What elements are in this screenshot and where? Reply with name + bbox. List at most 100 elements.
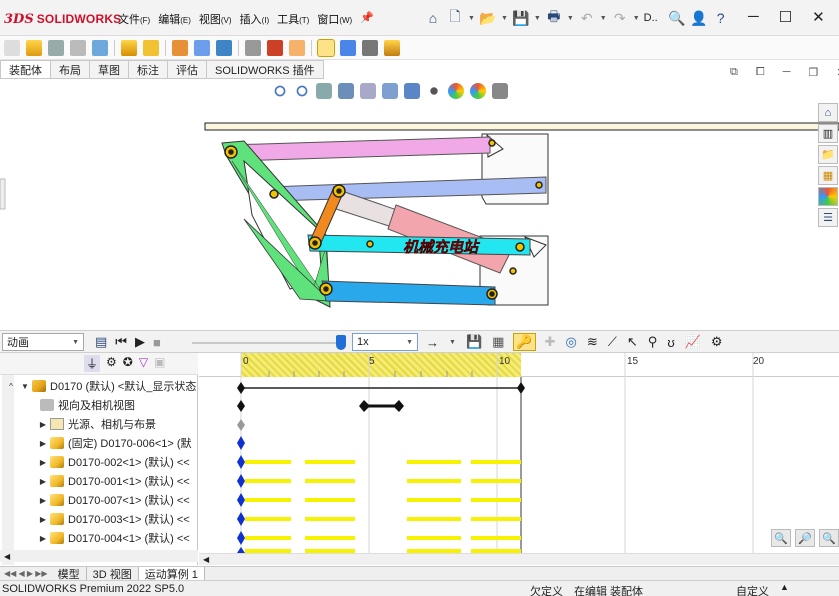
gravity-icon[interactable]: ʊ — [667, 335, 674, 350]
tree-item-part[interactable]: ▶ D0170-003<1> (默认) << — [38, 510, 190, 528]
playback-speed-select[interactable]: 1x ▼ — [352, 333, 418, 351]
update-speedpak-icon[interactable] — [340, 39, 356, 56]
tab-3d-views[interactable]: 3D 视图 — [87, 566, 139, 581]
tab-evaluate[interactable]: 评估 — [168, 60, 207, 79]
home-icon[interactable]: ⌂ — [424, 9, 442, 27]
playback-mode-icon[interactable]: → — [426, 335, 439, 350]
tree-horizontal-scrollbar[interactable]: ◀ — [0, 550, 198, 562]
motor-icon[interactable]: ◎ — [566, 334, 577, 350]
units-custom[interactable]: 自定义 — [736, 583, 769, 596]
undo-icon[interactable]: ↶ — [578, 9, 596, 27]
expand-arrow-icon[interactable]: ▶ — [38, 477, 48, 486]
appearances-icon[interactable] — [818, 187, 838, 206]
open-icon[interactable]: 📂 — [479, 9, 497, 27]
add-key-icon[interactable]: ✚ — [545, 334, 556, 350]
timeline-horizontal-scrollbar[interactable]: ◀ — [199, 553, 839, 565]
autokey-icon[interactable]: 🔑 — [513, 333, 536, 351]
bill-of-materials-icon[interactable] — [267, 39, 283, 56]
expand-arrow-icon[interactable]: ▶ — [38, 515, 48, 524]
take-snapshot-icon[interactable] — [362, 39, 378, 56]
study-type-select[interactable]: 动画 ▼ — [2, 333, 84, 351]
print-icon[interactable]: 🖶 — [545, 8, 563, 27]
save-animation-icon[interactable]: 💾 — [466, 334, 482, 350]
tree-item-part[interactable]: ▶ D0170-004<1> (默认) << — [38, 529, 190, 547]
tree-item-lights[interactable]: ▶ 光源、相机与布景 — [38, 415, 156, 433]
tree-item-fixed-part[interactable]: ▶ (固定) D0170-006<1> (默 — [38, 434, 192, 452]
redo-icon[interactable]: ↷ — [611, 9, 629, 27]
solidworks-resources-icon[interactable]: ⌂ — [818, 103, 838, 122]
timeline-tracks[interactable] — [199, 353, 839, 553]
filter-hidden-icon[interactable]: ▣ — [154, 355, 165, 372]
save-icon[interactable]: 💾 — [512, 9, 530, 27]
tab-motion-study-1[interactable]: 运动算例 1 — [138, 566, 205, 581]
new-document-icon[interactable]: 🗋 — [446, 8, 464, 27]
spring-icon[interactable]: ≋ — [587, 334, 598, 350]
tree-item-part[interactable]: ▶ D0170-007<1> (默认) << — [38, 491, 190, 509]
linear-pattern-icon[interactable] — [92, 39, 108, 56]
doc-minimize-icon[interactable]: ─ — [783, 66, 791, 79]
tree-item-root[interactable]: ^ ▼ D0170 (默认) <默认_显示状态 — [6, 377, 196, 395]
reference-geometry-icon[interactable] — [216, 39, 232, 56]
menu-view[interactable]: 视图(V) — [199, 11, 240, 27]
tile-icon[interactable]: ⧉ — [730, 66, 738, 79]
view-palette-icon[interactable]: ▦ — [818, 166, 838, 185]
results-plots-icon[interactable]: 📈 — [685, 334, 701, 350]
expand-icon[interactable]: ⧠ — [756, 66, 765, 79]
filter-animated-icon[interactable]: ⏚ — [84, 355, 101, 372]
play-icon[interactable]: ▶ — [135, 334, 145, 350]
tree-item-part[interactable]: ▶ D0170-002<1> (默认) << — [38, 453, 190, 471]
custom-properties-icon[interactable]: ☰ — [818, 208, 838, 227]
paperclip-icon[interactable] — [48, 39, 64, 56]
tab-model[interactable]: 模型 — [52, 566, 87, 581]
tree-vertical-scrollbar[interactable] — [2, 375, 14, 565]
maximize-icon[interactable]: ☐ — [779, 8, 792, 26]
close-icon[interactable]: ✕ — [812, 8, 825, 26]
assembly-features-icon[interactable] — [194, 39, 210, 56]
tab-sketch[interactable]: 草图 — [90, 60, 129, 79]
tree-item-part[interactable]: ▶ D0170-001<1> (默认) << — [38, 472, 190, 490]
tab-scroll-arrows-icon[interactable]: ◀◀ ◀ ▶ ▶▶ — [0, 569, 52, 578]
tab-addins[interactable]: SOLIDWORKS 插件 — [207, 60, 324, 79]
collapse-arrow-icon[interactable]: ^ — [6, 382, 16, 391]
expand-arrow-icon[interactable]: ▶ — [38, 458, 48, 467]
menu-window[interactable]: 窗口(W) — [317, 11, 360, 27]
menu-insert[interactable]: 插入(I) — [240, 11, 278, 27]
menu-edit[interactable]: 编辑(E) — [158, 11, 199, 27]
filter-results-icon[interactable]: ▽ — [139, 355, 148, 372]
menu-tools[interactable]: 工具(T) — [277, 11, 317, 27]
file-explorer-icon[interactable]: 📁 — [818, 145, 838, 164]
zoom-out-icon[interactable]: 🔎 — [795, 529, 815, 547]
large-assembly-icon[interactable] — [384, 39, 400, 56]
edit-component-icon[interactable] — [121, 39, 137, 56]
playback-speed-slider-track[interactable] — [192, 342, 342, 344]
expand-arrow-icon[interactable]: ▶ — [38, 420, 48, 429]
damper-icon[interactable]: ⟋ — [608, 334, 617, 350]
solidworks-logo[interactable]: 3DS SOLIDWORKS — [4, 9, 121, 29]
user-icon[interactable]: 👤 — [690, 9, 708, 27]
playback-speed-slider-thumb[interactable] — [336, 335, 346, 350]
filter-driving-icon[interactable]: ⚙ — [106, 355, 117, 372]
minimize-icon[interactable]: ─ — [748, 8, 759, 26]
smart-fastener-icon[interactable] — [4, 39, 20, 56]
tree-item-views[interactable]: 视向及相机视图 — [38, 396, 135, 414]
calculate-icon[interactable]: ▤ — [95, 334, 107, 350]
play-from-start-icon[interactable]: ⏮ — [115, 334, 127, 350]
menu-file[interactable]: 文件(F) — [118, 11, 158, 27]
filter-selected-icon[interactable]: ✪ — [123, 355, 133, 372]
animation-wizard-icon[interactable]: ▦ — [492, 334, 504, 350]
design-library-icon[interactable]: ▥ — [818, 124, 838, 143]
zoom-in-icon[interactable]: 🔍 — [771, 529, 791, 547]
contact-icon[interactable]: ⚲ — [648, 334, 658, 350]
force-icon[interactable]: ↖ — [627, 334, 638, 350]
help-icon[interactable]: ? — [712, 9, 730, 27]
stop-icon[interactable]: ■ — [153, 335, 161, 350]
mechanism-model[interactable]: 机械充电站 — [0, 79, 839, 330]
tab-assembly[interactable]: 装配体 — [0, 60, 51, 79]
show-hidden-icon[interactable] — [172, 39, 188, 56]
insert-component-icon[interactable] — [26, 39, 42, 56]
exploded-view-icon[interactable] — [289, 39, 305, 56]
doc-restore-icon[interactable]: ❐ — [808, 66, 818, 79]
motion-study-properties-icon[interactable]: ⚙ — [711, 334, 723, 350]
pin-icon[interactable]: 📌 — [360, 11, 382, 27]
tab-layout[interactable]: 布局 — [51, 60, 90, 79]
